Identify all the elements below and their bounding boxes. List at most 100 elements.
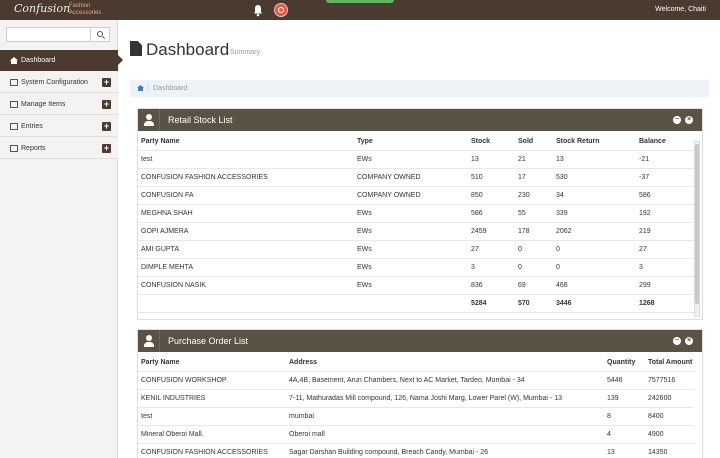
panel-header: Retail Stock List − × (138, 109, 702, 131)
sidebar-item-dashboard[interactable]: Dashboard (0, 50, 123, 71)
expand-icon[interactable]: + (102, 100, 111, 109)
table-cell: -37 (639, 174, 650, 181)
retail-scrollbar[interactable] (694, 141, 700, 317)
table-cell: 7577516 (648, 377, 676, 384)
table-cell: 219 (639, 228, 651, 235)
table-cell: EWs (357, 264, 372, 271)
table-cell: CONFUSION FASHION ACCESSORIES (141, 449, 268, 456)
table-row[interactable]: test EWs 13 21 13 -21 (138, 151, 694, 169)
sidebar-search-input[interactable] (6, 27, 91, 42)
table-cell: 2459 (471, 228, 487, 235)
table-cell: 530 (556, 174, 568, 181)
table-cell: 13 (471, 156, 479, 163)
table-cell: 13 (607, 449, 615, 456)
table-row[interactable]: CONFUSION WORKSHOP 4A,4B, Basement, Arun … (138, 372, 694, 390)
table-cell: CONFUSION FA (141, 192, 194, 199)
table-cell: 5446 (607, 377, 623, 384)
user-icon (138, 330, 160, 352)
close-icon[interactable]: × (685, 116, 693, 124)
table-cell: 586 (639, 192, 651, 199)
column-header: Quantity (607, 359, 636, 366)
table-cell: 3 (471, 264, 475, 271)
table-cell: CONFUSION WORKSHOP (141, 377, 227, 384)
table-cell: 3 (639, 264, 643, 271)
table-row[interactable]: CONFUSION NASIK EWs 836 69 468 299 (138, 277, 694, 295)
welcome-user[interactable]: Welcome, Chaiti (655, 6, 706, 13)
sidebar-item-label: Dashboard (21, 57, 56, 64)
table-cell: CONFUSION FASHION ACCESSORIES (141, 174, 268, 181)
table-cell: 2062 (556, 228, 572, 235)
table-row[interactable]: GOPI AJMERA EWs 2459 178 2062 219 (138, 223, 694, 241)
home-icon[interactable] (137, 85, 144, 91)
purchase-order-panel: Purchase Order List − × Party Name Addres… (137, 329, 703, 458)
table-cell: 339 (556, 210, 568, 217)
sidebar-item-system-configuration[interactable]: System Configuration + (0, 72, 118, 93)
table-cell: 7-11, Mathuradas Mill compound, 126, Nam… (289, 395, 562, 402)
search-button[interactable] (91, 27, 110, 42)
table-row[interactable]: Mineral Oberoi Mall. Oberoi mall 4 4900 (138, 426, 694, 444)
top-accent-bar (326, 0, 394, 3)
brand-tagline: Fashion Accessories (69, 3, 101, 17)
scroll-thumb[interactable] (695, 144, 699, 304)
table-cell: GOPI AJMERA (141, 228, 189, 235)
tagline-line-1: Fashion (69, 3, 91, 9)
table-cell: 55 (518, 210, 526, 217)
table-cell: COMPANY OWNED (357, 192, 421, 199)
sidebar-item-reports[interactable]: Reports + (0, 138, 118, 159)
retail-stock-panel: Retail Stock List − × Party Name Type Stoc… (137, 108, 703, 320)
table-cell: 0 (556, 246, 560, 253)
panel-title: Purchase Order List (168, 336, 249, 346)
table-cell: 8400 (648, 413, 664, 420)
table-header-row: Party Name Type Stock Sold Stock Return Balan… (138, 133, 694, 151)
table-cell: 27 (471, 246, 479, 253)
table-row[interactable]: MEGHNA SHAH EWs 586 55 339 192 (138, 205, 694, 223)
table-cell: 836 (471, 282, 483, 289)
table-cell: 230 (518, 192, 530, 199)
table-cell: EWs (357, 210, 372, 217)
table-cell: 4 (607, 431, 611, 438)
table-cell: MEGHNA SHAH (141, 210, 193, 217)
table-cell: 3446 (556, 300, 572, 307)
table-cell: KENIL INDUSTRIES (141, 395, 206, 402)
help-icon[interactable] (274, 3, 288, 17)
table-header-row: Party Name Address Quantity Total Amount (138, 354, 694, 372)
breadcrumb-separator: / (147, 85, 149, 92)
bell-icon[interactable] (251, 3, 265, 17)
home-icon (10, 57, 18, 64)
expand-icon[interactable]: + (102, 144, 111, 153)
top-header: Confusion Fashion Accessories Welcome, C… (0, 0, 720, 20)
table-cell: test (141, 156, 153, 163)
brand-logo[interactable]: Confusion (14, 2, 70, 15)
expand-icon[interactable]: + (102, 122, 111, 131)
document-icon (130, 41, 142, 56)
table-row[interactable]: CONFUSION FASHION ACCESSORIES Sagar Darsh… (138, 444, 694, 458)
table-cell: Oberoi mall (289, 431, 325, 438)
column-header: Type (357, 138, 373, 145)
table-row[interactable]: AMI GUPTA EWs 27 0 0 27 (138, 241, 694, 259)
sidebar-item-label: Manage Items (21, 101, 66, 108)
collapse-icon[interactable]: − (673, 116, 681, 124)
table-cell: EWs (357, 246, 372, 253)
table-cell: 4A,4B, Basement, Arun Chambers, Next to … (289, 377, 525, 384)
sidebar-item-manage-items[interactable]: Manage Items + (0, 94, 118, 115)
sidebar: Dashboard System Configuration + Manage … (0, 20, 123, 458)
table-cell: 27 (639, 246, 647, 253)
table-row[interactable]: CONFUSION FA COMPANY OWNED 850 230 34 586 (138, 187, 694, 205)
table-cell: EWs (357, 228, 372, 235)
table-icon (10, 101, 18, 108)
column-header: Sold (518, 138, 534, 145)
table-row[interactable]: KENIL INDUSTRIES 7-11, Mathuradas Mill co… (138, 390, 694, 408)
panel-header: Purchase Order List − × (138, 330, 702, 352)
page-title: Dashboard (146, 40, 230, 59)
table-total-row[interactable]: 5284 570 3446 1268 (138, 295, 694, 313)
tagline-line-2: Accessories (69, 10, 102, 16)
sidebar-item-entries[interactable]: Entries + (0, 116, 118, 137)
collapse-icon[interactable]: − (673, 337, 681, 345)
table-row[interactable]: CONFUSION FASHION ACCESSORIES COMPANY OWN… (138, 169, 694, 187)
table-row[interactable]: DIMPLE MEHTA EWs 3 0 0 3 (138, 259, 694, 277)
close-icon[interactable]: × (685, 337, 693, 345)
table-row[interactable]: test mumbai 8 8400 (138, 408, 694, 426)
column-header: Address (289, 359, 318, 366)
expand-icon[interactable]: + (102, 78, 111, 87)
server-icon (10, 79, 18, 86)
